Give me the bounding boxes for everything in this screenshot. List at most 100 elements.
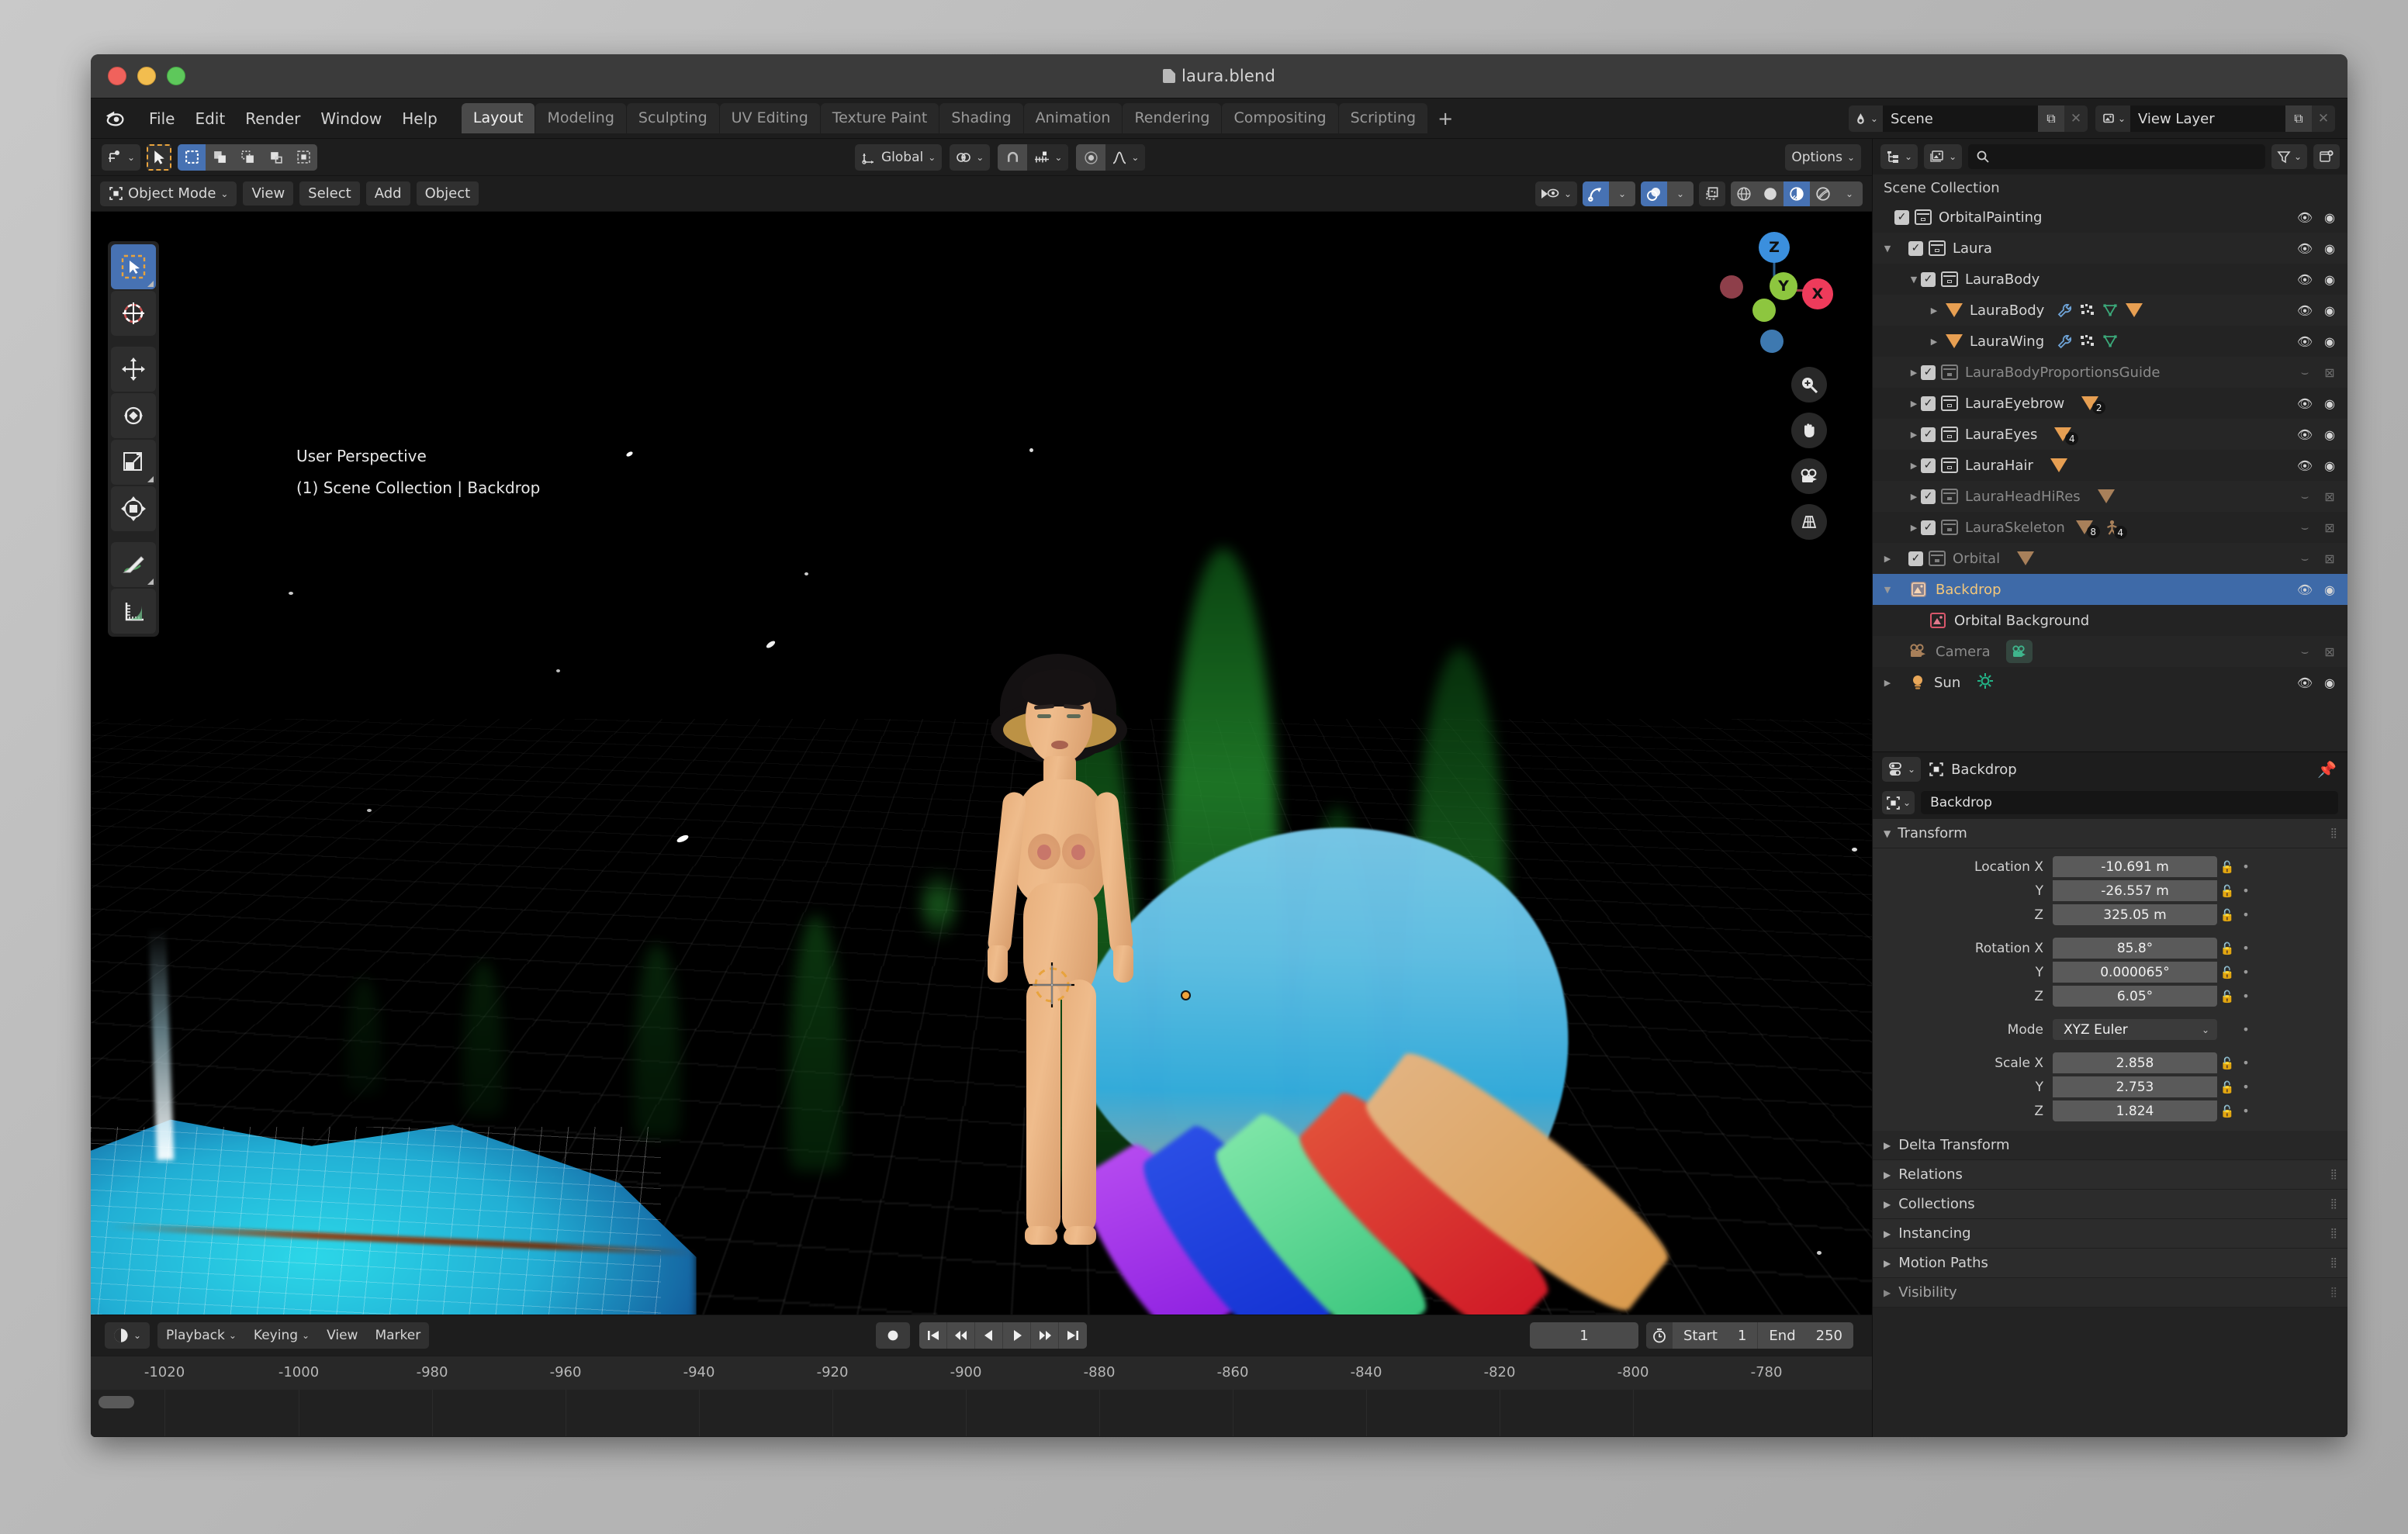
show-gizmo-icon[interactable]: [1583, 181, 1609, 206]
transform-orientation-selector[interactable]: Global ⌄: [855, 144, 943, 171]
snap-to-selector[interactable]: ⌄: [1027, 144, 1069, 171]
select-invert-icon[interactable]: [261, 143, 290, 171]
select-intersect-icon[interactable]: [289, 143, 318, 171]
outliner-row-laura[interactable]: ▼ ✓ Laura 👁 ◉: [1873, 233, 2347, 264]
outliner-filter-button[interactable]: ⌄: [2271, 144, 2307, 169]
scene-selector[interactable]: ⌄ Scene ⧉ ✕: [1848, 105, 2088, 132]
panel-drag-handle[interactable]: ⣿: [2330, 1169, 2338, 1180]
select-extend-icon[interactable]: [206, 143, 234, 171]
collection-checkbox[interactable]: ✓: [1921, 427, 1936, 442]
timeline-menu-keying[interactable]: Keying ⌄: [245, 1322, 318, 1349]
animate-property-dot[interactable]: •: [2237, 965, 2254, 979]
new-collection-button[interactable]: [2313, 144, 2340, 169]
scale-z-field[interactable]: 1.824: [2053, 1100, 2217, 1121]
cursor-tool[interactable]: [111, 291, 156, 336]
material-preview-shading-icon[interactable]: [1784, 181, 1810, 206]
outliner-row-sun[interactable]: ▶ Sun 👁 ◉: [1873, 667, 2347, 698]
lock-icon[interactable]: 🔓: [2217, 860, 2237, 874]
expand-toggle[interactable]: ▶: [1907, 461, 1921, 471]
object-mode-selector[interactable]: Object Mode ⌄: [100, 181, 237, 206]
disable-in-render-icon[interactable]: ⊠: [2320, 643, 2340, 660]
timeline-menu-marker[interactable]: Marker: [366, 1322, 429, 1349]
magnet-snap-icon[interactable]: [998, 144, 1028, 171]
collection-checkbox[interactable]: ✓: [1921, 489, 1936, 504]
panel-delta-transform[interactable]: ▶ Delta Transform: [1873, 1131, 2347, 1160]
play-button[interactable]: [1003, 1322, 1031, 1349]
outliner-row-lauraskeleton[interactable]: ▶ ✓ LauraSkeleton 8 4 ⌣ ⊠: [1873, 512, 2347, 543]
panel-drag-handle[interactable]: ⣿: [2330, 1228, 2338, 1239]
timeline-ruler[interactable]: -1020 -1000 -980 -960 -940 -920 -900 -88…: [91, 1356, 1872, 1410]
panel-visibility[interactable]: ▶ Visibility ⣿: [1873, 1278, 2347, 1308]
shading-mode-group[interactable]: ⌄: [1731, 181, 1863, 206]
tool-expand-corner[interactable]: [147, 579, 154, 585]
proportional-edit-icon[interactable]: [1076, 144, 1106, 171]
camera-view-icon[interactable]: [1791, 458, 1827, 494]
menu-render[interactable]: Render: [235, 105, 310, 132]
annotate-tool[interactable]: [111, 542, 156, 587]
outliner-row-backdrop[interactable]: ▼ Backdrop 👁 ◉: [1873, 574, 2347, 605]
camera-data-icon[interactable]: [2005, 640, 2033, 663]
tweak-select-tool[interactable]: [111, 244, 156, 289]
disable-in-render-icon[interactable]: ◉: [2320, 209, 2340, 226]
select-mode-group[interactable]: [178, 143, 318, 171]
overlays-group[interactable]: ⌄: [1641, 181, 1694, 206]
animate-property-dot[interactable]: •: [2237, 883, 2254, 898]
tab-layout[interactable]: Layout: [461, 103, 535, 133]
disable-in-render-icon[interactable]: ⊠: [2320, 364, 2340, 381]
panel-drag-handle[interactable]: ⣿: [2330, 1257, 2338, 1269]
disable-in-render-icon[interactable]: ◉: [2320, 395, 2340, 412]
gizmo-axis-neg-x[interactable]: [1720, 275, 1743, 299]
show-overlays-icon[interactable]: [1641, 181, 1667, 206]
outliner-row-laurabodyproportionsguide[interactable]: ▶ ✓ LauraBodyProportionsGuide ⌣ ⊠: [1873, 357, 2347, 388]
expand-toggle[interactable]: ▶: [1907, 399, 1921, 409]
mesh-data-icon[interactable]: [2102, 303, 2119, 318]
xray-toggle-icon[interactable]: [1699, 181, 1725, 206]
expand-toggle[interactable]: ▶: [1907, 430, 1921, 440]
tab-rendering[interactable]: Rendering: [1123, 103, 1222, 133]
tab-scripting[interactable]: Scripting: [1338, 103, 1428, 133]
expand-toggle[interactable]: ▶: [1927, 306, 1941, 316]
hide-in-viewport-icon[interactable]: 👁: [2295, 674, 2315, 691]
particles-icon[interactable]: [2080, 334, 2095, 348]
disable-in-render-icon[interactable]: ◉: [2320, 302, 2340, 319]
disable-in-render-icon[interactable]: ◉: [2320, 333, 2340, 350]
hide-in-viewport-icon[interactable]: ⌣: [2295, 364, 2315, 381]
window-controls[interactable]: [91, 67, 185, 85]
hide-in-viewport-icon[interactable]: ⌣: [2295, 488, 2315, 505]
wireframe-shading-icon[interactable]: [1731, 181, 1757, 206]
proportional-editing-group[interactable]: ⌄: [1076, 144, 1146, 171]
end-frame-field[interactable]: End 250: [1758, 1322, 1853, 1349]
jump-to-end-button[interactable]: [1059, 1322, 1087, 1349]
disable-in-render-icon[interactable]: ◉: [2320, 240, 2340, 257]
lock-icon[interactable]: 🔓: [2217, 990, 2237, 1004]
lock-icon[interactable]: 🔓: [2217, 966, 2237, 979]
outliner-editor-type[interactable]: ⌄: [1880, 144, 1918, 169]
zoom-window-button[interactable]: [167, 67, 185, 85]
panel-collections[interactable]: ▶ Collections ⣿: [1873, 1190, 2347, 1219]
outliner-row-laurawing[interactable]: ▶ LauraWing 👁 ◉: [1873, 326, 2347, 357]
tool-expand-corner[interactable]: [147, 476, 154, 482]
pivot-point-selector[interactable]: ⌄: [950, 144, 991, 171]
gizmo-dropdown[interactable]: ⌄: [1609, 181, 1635, 206]
outliner-row-lauraheadhires[interactable]: ▶ ✓ LauraHeadHiRes ⌣ ⊠: [1873, 481, 2347, 512]
menu-window[interactable]: Window: [310, 105, 392, 132]
rotation-z-field[interactable]: 6.05°: [2053, 986, 2217, 1007]
use-preview-range-icon[interactable]: [1645, 1322, 1673, 1349]
location-z-field[interactable]: 325.05 m: [2053, 904, 2217, 925]
hide-in-viewport-icon[interactable]: ⌣: [2295, 643, 2315, 660]
scene-name-field[interactable]: Scene: [1882, 105, 2038, 132]
rotate-tool[interactable]: [111, 393, 156, 438]
disable-in-render-icon[interactable]: ◉: [2320, 271, 2340, 288]
gizmo-group[interactable]: ⌄: [1583, 181, 1635, 206]
view-layer-name-field[interactable]: View Layer: [2130, 105, 2285, 132]
outliner-row-orbitalpainting[interactable]: ✓ OrbitalPainting 👁 ◉: [1873, 202, 2347, 233]
outliner-row-laurahair[interactable]: ▶ ✓ LauraHair 👁 ◉: [1873, 450, 2347, 481]
hide-in-viewport-icon[interactable]: 👁: [2295, 333, 2315, 350]
panel-drag-handle[interactable]: ⣿: [2330, 827, 2338, 839]
panel-instancing[interactable]: ▶ Instancing ⣿: [1873, 1219, 2347, 1249]
object-data-selector[interactable]: ⌄: [1882, 791, 1915, 814]
collection-checkbox[interactable]: ✓: [1921, 396, 1936, 411]
transform-panel-header[interactable]: ▼ Transform ⣿: [1873, 819, 2347, 848]
auto-keying-button[interactable]: [876, 1322, 910, 1349]
outliner-row-orbital[interactable]: ▶ ✓ Orbital ⌣ ⊠: [1873, 543, 2347, 574]
